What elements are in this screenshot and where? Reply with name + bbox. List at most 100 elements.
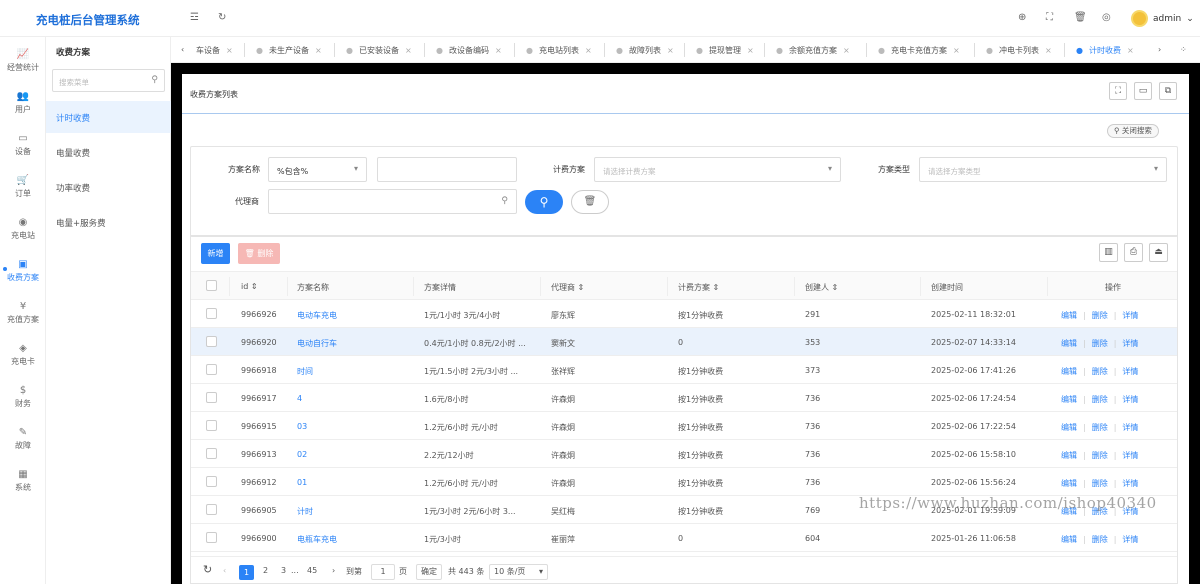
edit-link[interactable]: 编辑 <box>1061 423 1077 432</box>
window-icon[interactable]: ▭ <box>1134 82 1152 100</box>
detail-link[interactable]: 详情 <box>1122 311 1138 320</box>
row-checkbox[interactable] <box>206 392 217 403</box>
refresh-icon[interactable]: ↻ <box>203 563 212 576</box>
submenu-item-energy[interactable]: 电量收费 <box>46 136 171 168</box>
detail-link[interactable]: 详情 <box>1122 535 1138 544</box>
tab-item[interactable]: ● 余额充值方案 × <box>776 45 850 56</box>
tab-item[interactable]: ● 故障列表 × <box>616 45 674 56</box>
page-3[interactable]: 3 <box>281 566 286 575</box>
scheme-name-input[interactable] <box>377 157 517 182</box>
delete-link[interactable]: 删除 <box>1092 395 1108 404</box>
row-checkbox[interactable] <box>206 448 217 459</box>
detail-link[interactable]: 详情 <box>1122 339 1138 348</box>
theme-icon[interactable]: ◎ <box>1102 12 1111 23</box>
page-45[interactable]: 45 <box>307 566 317 575</box>
tab-item[interactable]: ● 未生产设备 × <box>256 45 322 56</box>
nav-item-system[interactable]: ▦ 系统 <box>0 469 46 493</box>
tab-grid-icon[interactable]: ⁘ <box>1180 45 1187 54</box>
delete-link[interactable]: 删除 <box>1092 311 1108 320</box>
col-billing[interactable]: 计费方案 ⇕ <box>678 282 719 293</box>
nav-item-orders[interactable]: 🛒 订单 <box>0 175 46 199</box>
reset-button[interactable]: 🗑 <box>571 190 609 214</box>
fullscreen-icon[interactable]: ⛶ <box>1046 12 1053 23</box>
tab-item-active[interactable]: ● 计时收费 × <box>1076 45 1134 56</box>
row-checkbox[interactable] <box>206 336 217 347</box>
billing-select[interactable]: 请选择计费方案 ▾ <box>594 157 841 182</box>
trash-icon[interactable]: 🗑 <box>1074 12 1087 23</box>
edit-link[interactable]: 编辑 <box>1061 451 1077 460</box>
col-creator[interactable]: 创建人 ⇕ <box>805 282 838 293</box>
nav-item-stations[interactable]: ◉ 充电站 <box>0 217 46 241</box>
tab-item[interactable]: ● 冲电卡列表 × <box>986 45 1052 56</box>
scheme-name-link[interactable]: 电动自行车 <box>297 338 337 349</box>
edit-link[interactable]: 编辑 <box>1061 367 1077 376</box>
edit-link[interactable]: 编辑 <box>1061 479 1077 488</box>
scheme-name-link[interactable]: 03 <box>297 422 307 431</box>
user-menu[interactable]: admin ⌄ <box>1131 10 1194 27</box>
edit-link[interactable]: 编辑 <box>1061 311 1077 320</box>
type-select[interactable]: 请选择方案类型 ▾ <box>919 157 1167 182</box>
nav-item-stats[interactable]: 📈 经营统计 <box>0 49 46 73</box>
prev-page-icon[interactable]: ‹ <box>223 566 226 575</box>
nav-item-users[interactable]: 👥 用户 <box>0 91 46 115</box>
menu-search-input[interactable]: 搜索菜单 ⚲ <box>52 69 165 92</box>
delete-link[interactable]: 删除 <box>1092 451 1108 460</box>
refresh-icon[interactable]: ↻ <box>218 12 226 23</box>
agent-input[interactable]: ⚲ <box>268 189 517 214</box>
detail-link[interactable]: 详情 <box>1122 451 1138 460</box>
tab-item[interactable]: ● 改设备编码 × <box>436 45 502 56</box>
goto-page-input[interactable]: 1 <box>371 564 395 580</box>
detail-link[interactable]: 详情 <box>1122 479 1138 488</box>
tab-scroll-left[interactable]: ‹ <box>181 45 184 54</box>
nav-item-devices[interactable]: ▭ 设备 <box>0 133 46 157</box>
page-2[interactable]: 2 <box>263 566 268 575</box>
page-size-select[interactable]: 10 条/页 ▾ <box>489 564 548 580</box>
scheme-name-link[interactable]: 电瓶车充电 <box>297 534 337 545</box>
nav-item-recharge[interactable]: ¥ 充值方案 <box>0 301 46 325</box>
scheme-name-link[interactable]: 01 <box>297 478 307 487</box>
next-page-icon[interactable]: › <box>332 566 335 575</box>
scheme-name-link[interactable]: 4 <box>297 394 302 403</box>
delete-link[interactable]: 删除 <box>1092 535 1108 544</box>
detail-link[interactable]: 详情 <box>1122 423 1138 432</box>
add-button[interactable]: 新增 <box>201 243 230 264</box>
page-1[interactable]: 1 <box>239 565 254 580</box>
globe-icon[interactable]: ⊕ <box>1018 12 1026 23</box>
nav-item-faults[interactable]: ✎ 故障 <box>0 427 46 451</box>
submenu-item-power[interactable]: 功率收费 <box>46 171 171 203</box>
nav-item-billing[interactable]: ▣ 收费方案 <box>0 259 46 283</box>
delete-button[interactable]: 🗑 删除 <box>238 243 280 264</box>
close-search-button[interactable]: ⚲ 关闭搜索 <box>1107 124 1159 138</box>
scheme-name-link[interactable]: 电动车充电 <box>297 310 337 321</box>
row-checkbox[interactable] <box>206 504 217 515</box>
nav-item-finance[interactable]: $ 财务 <box>0 385 46 409</box>
tab-item[interactable]: ● 充电卡充值方案 × <box>878 45 960 56</box>
scheme-name-link[interactable]: 时间 <box>297 366 313 377</box>
menu-toggle-icon[interactable]: ☲ <box>190 12 199 23</box>
scheme-name-link[interactable]: 02 <box>297 450 307 459</box>
tab-scroll-right[interactable]: › <box>1158 45 1161 54</box>
delete-link[interactable]: 删除 <box>1092 339 1108 348</box>
row-checkbox[interactable] <box>206 420 217 431</box>
delete-link[interactable]: 删除 <box>1092 479 1108 488</box>
scheme-name-link[interactable]: 计时 <box>297 506 313 517</box>
goto-confirm-button[interactable]: 确定 <box>416 564 442 580</box>
row-checkbox[interactable] <box>206 364 217 375</box>
tab-item[interactable]: ● 提现管理 × <box>696 45 754 56</box>
tab-item[interactable]: 车设备 × <box>196 45 233 56</box>
detail-link[interactable]: 详情 <box>1122 395 1138 404</box>
row-checkbox[interactable] <box>206 476 217 487</box>
name-match-select[interactable]: %包含% ▾ <box>268 157 367 182</box>
submenu-item-energy-service[interactable]: 电量+服务费 <box>46 206 171 238</box>
select-all-checkbox[interactable] <box>206 280 217 291</box>
submenu-item-time[interactable]: 计时收费 <box>46 101 171 133</box>
col-id[interactable]: id ⇕ <box>241 282 258 291</box>
tab-item[interactable]: ● 充电站列表 × <box>526 45 592 56</box>
tab-item[interactable]: ● 已安装设备 × <box>346 45 412 56</box>
expand-icon[interactable]: ⛶ <box>1109 82 1127 100</box>
edit-link[interactable]: 编辑 <box>1061 395 1077 404</box>
columns-icon[interactable]: ▥ <box>1099 243 1118 262</box>
edit-link[interactable]: 编辑 <box>1061 535 1077 544</box>
search-button[interactable]: ⚲ <box>525 190 563 214</box>
export-icon[interactable]: ⏏ <box>1149 243 1168 262</box>
